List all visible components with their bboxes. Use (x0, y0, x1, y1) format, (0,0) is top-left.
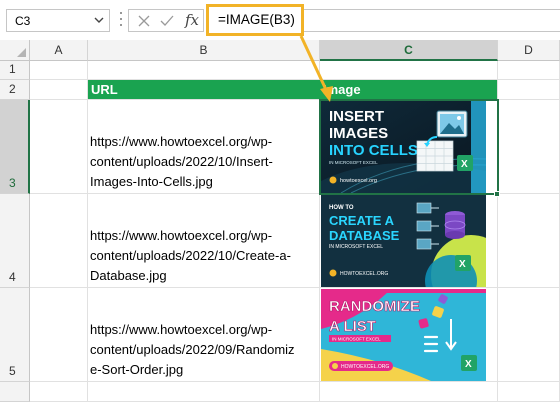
callout-arrow-icon (299, 35, 333, 102)
